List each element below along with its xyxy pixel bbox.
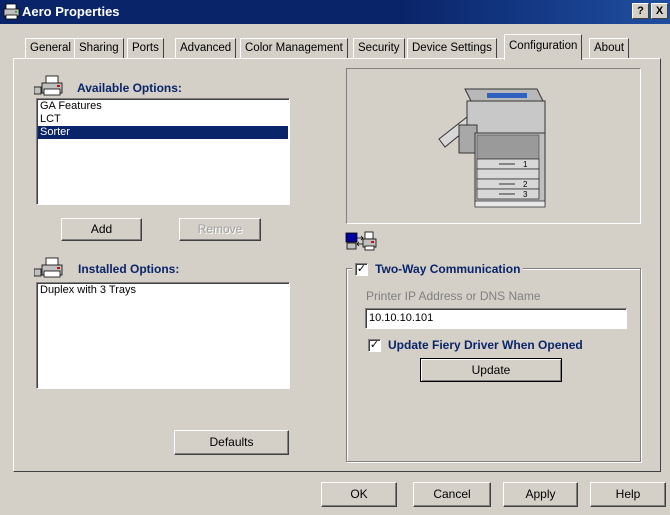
- two-way-label: Two-Way Communication: [375, 262, 521, 276]
- list-item-ga-features[interactable]: GA Features: [38, 100, 288, 113]
- available-options-heading: Available Options:: [77, 81, 182, 95]
- list-item-lct[interactable]: LCT: [38, 113, 288, 126]
- tab-color-management[interactable]: Color Management: [240, 38, 348, 59]
- tray-2-label: 2: [523, 180, 528, 189]
- printer-options-icon: [34, 75, 63, 96]
- tray-1-label: 1: [523, 160, 528, 169]
- help-title-button[interactable]: ?: [632, 3, 649, 19]
- two-way-legend: ✓ Two-Way Communication: [352, 261, 524, 277]
- two-way-checkbox[interactable]: ✓: [355, 263, 368, 276]
- help-button[interactable]: Help: [590, 482, 666, 507]
- printer-image-frame: 1 2 3: [346, 68, 641, 224]
- tab-ports[interactable]: Ports: [127, 38, 164, 59]
- defaults-button[interactable]: Defaults: [174, 430, 289, 455]
- cancel-button[interactable]: Cancel: [413, 482, 491, 507]
- ip-address-label: Printer IP Address or DNS Name: [366, 289, 541, 303]
- tray-3-label: 3: [523, 190, 528, 199]
- tab-sharing[interactable]: Sharing: [74, 38, 124, 59]
- add-button[interactable]: Add: [61, 218, 142, 241]
- title-bar[interactable]: Aero Properties ? X: [0, 0, 670, 24]
- printer-app-icon: [3, 3, 20, 20]
- update-button[interactable]: Update: [420, 358, 562, 382]
- list-item-duplex[interactable]: Duplex with 3 Trays: [38, 284, 288, 297]
- copier-printer-illustration: 1 2 3: [438, 88, 546, 208]
- close-button[interactable]: X: [651, 3, 668, 19]
- update-driver-label: Update Fiery Driver When Opened: [388, 338, 583, 352]
- update-driver-checkbox[interactable]: ✓: [368, 339, 381, 352]
- ok-button[interactable]: OK: [321, 482, 397, 507]
- tab-device-settings[interactable]: Device Settings: [407, 38, 497, 59]
- ip-address-input[interactable]: 10.10.10.101: [365, 308, 627, 329]
- tab-advanced[interactable]: Advanced: [175, 38, 237, 59]
- two-way-communication-icon: [345, 231, 377, 251]
- printer-installed-icon: [34, 257, 63, 278]
- apply-button[interactable]: Apply: [503, 482, 578, 507]
- tab-security[interactable]: Security: [353, 38, 405, 59]
- remove-button[interactable]: Remove: [179, 218, 261, 241]
- installed-options-list[interactable]: Duplex with 3 Trays: [36, 282, 290, 389]
- tab-general[interactable]: General: [25, 38, 76, 59]
- list-item-sorter[interactable]: Sorter: [38, 126, 288, 139]
- tab-configuration[interactable]: Configuration: [504, 34, 583, 60]
- installed-options-heading: Installed Options:: [78, 262, 180, 276]
- available-options-list[interactable]: GA Features LCT Sorter: [36, 98, 290, 205]
- window-title: Aero Properties: [22, 4, 120, 19]
- tab-about[interactable]: About: [589, 38, 630, 59]
